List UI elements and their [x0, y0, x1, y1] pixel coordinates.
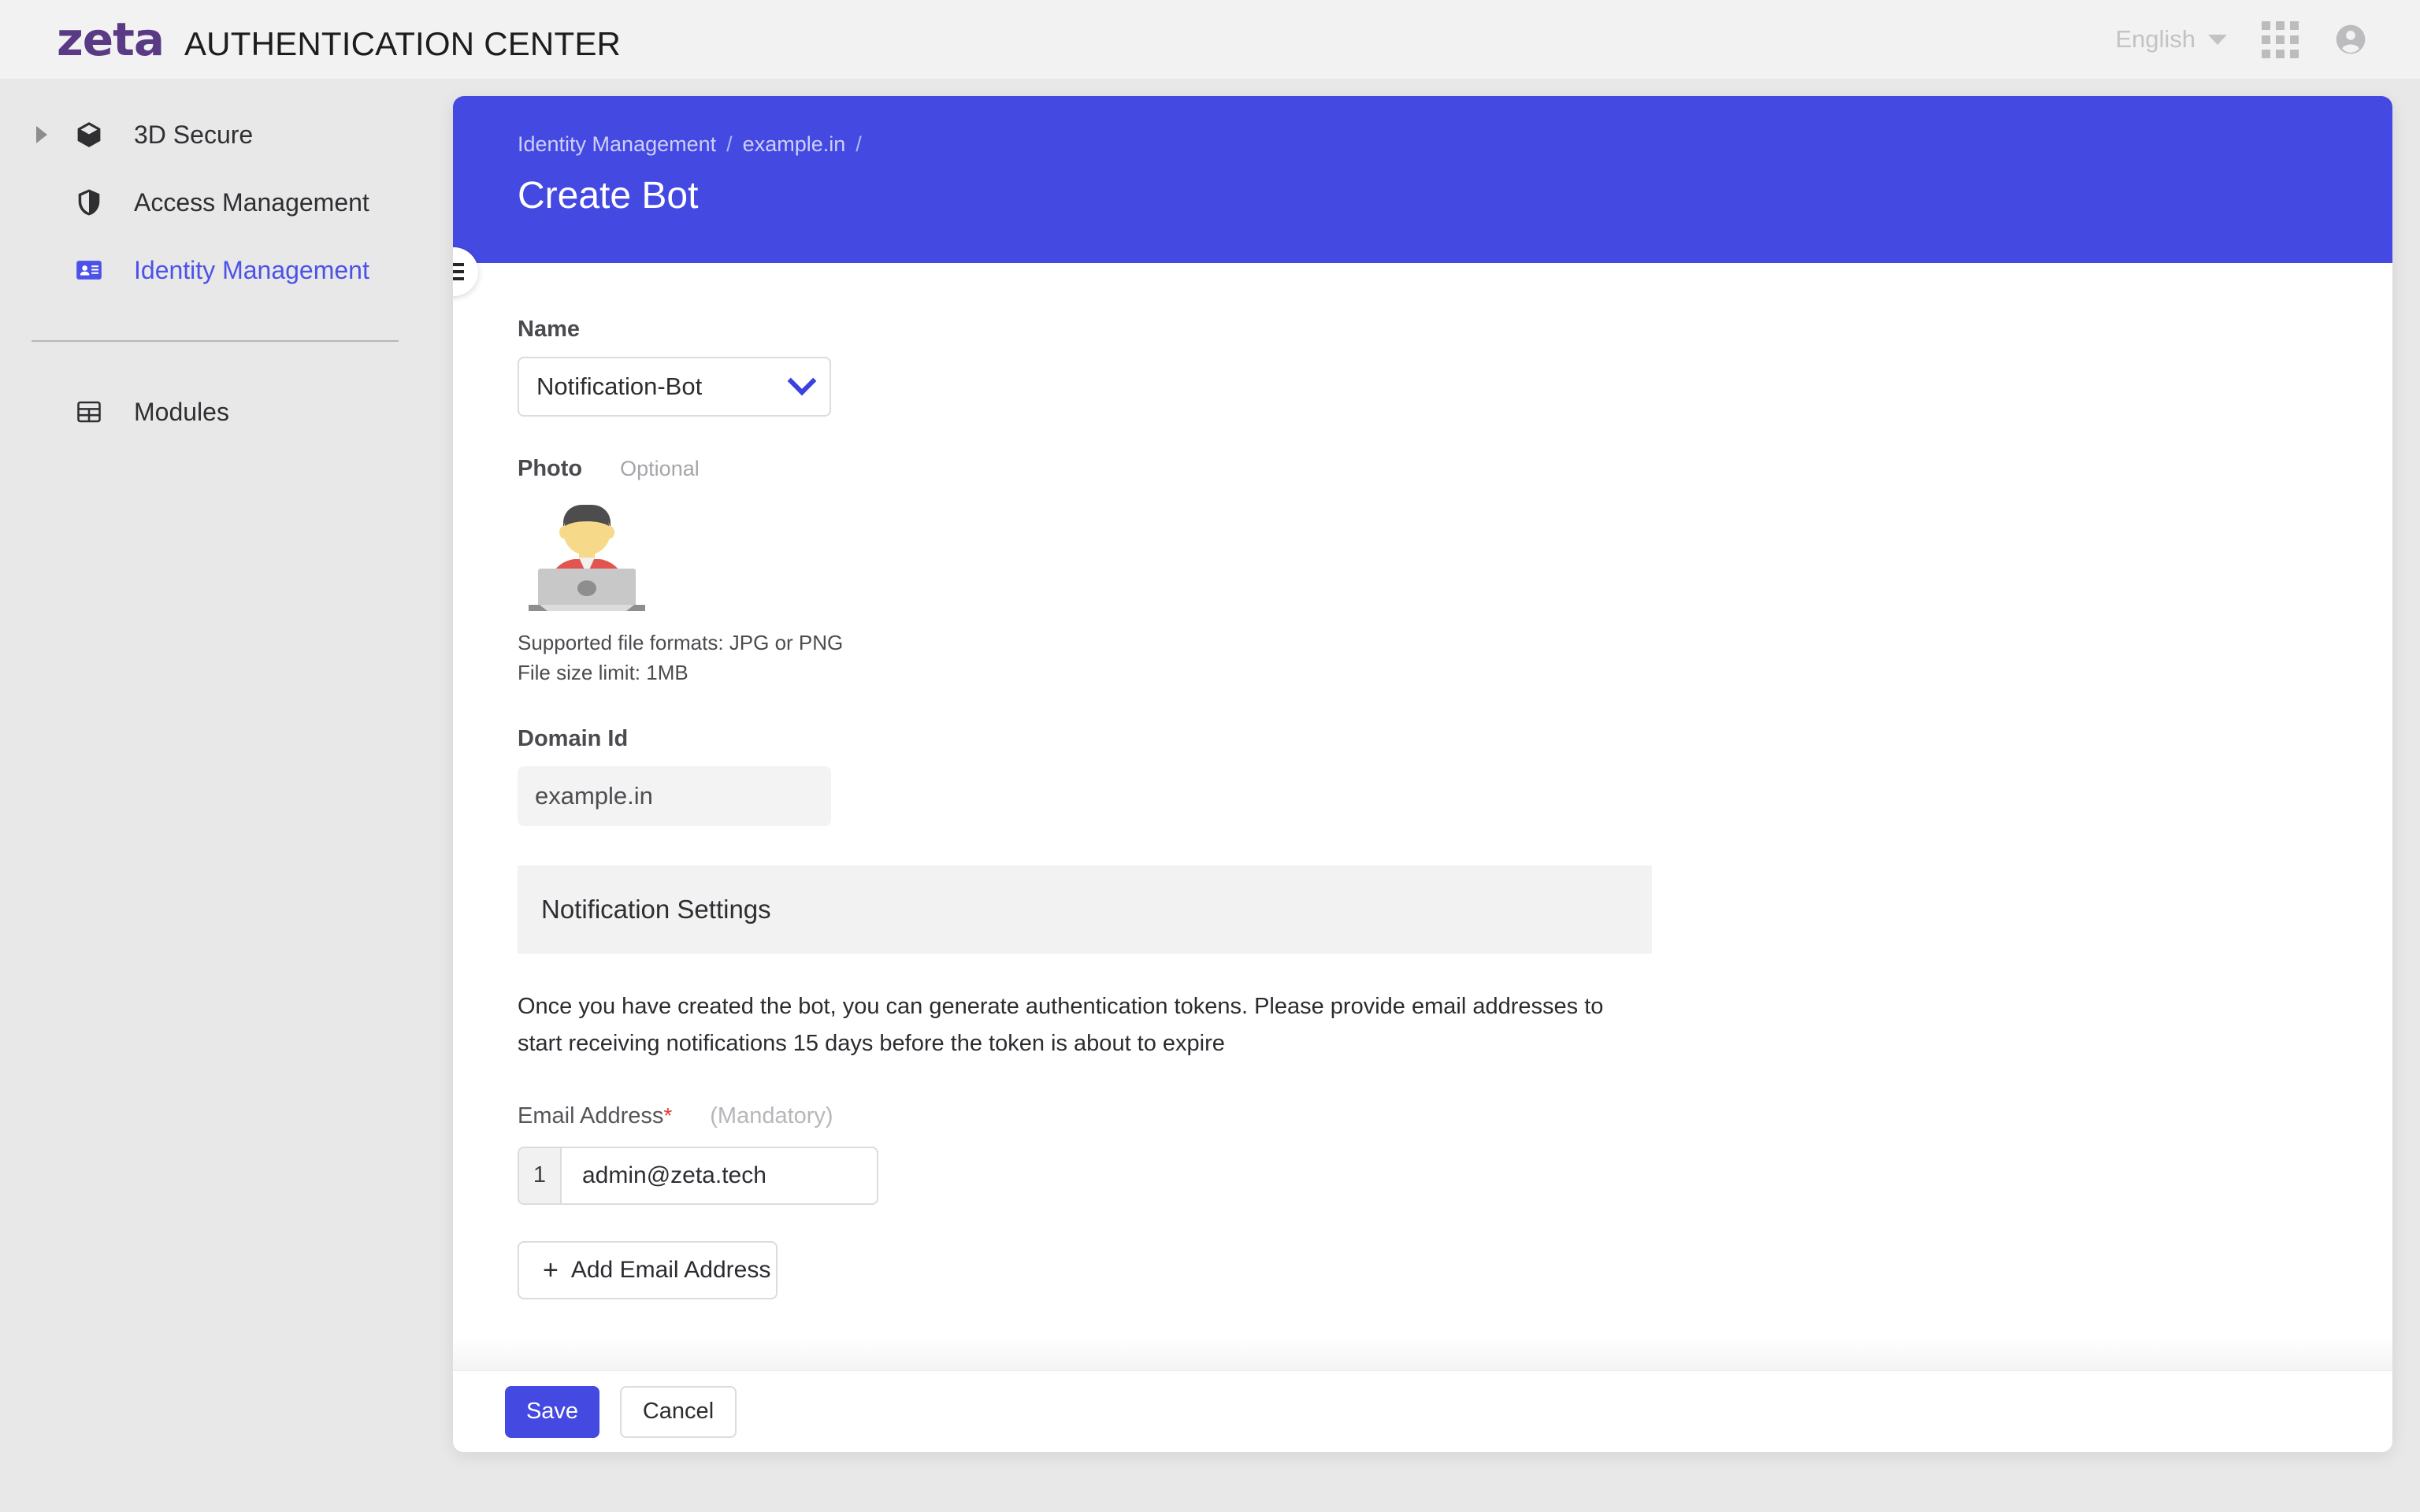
notification-settings-header: Notification Settings	[518, 865, 1652, 954]
photo-format-line-1: Supported file formats: JPG or PNG	[518, 631, 844, 654]
sidebar-item-access-management[interactable]: Access Management	[0, 169, 457, 236]
app-title: AUTHENTICATION CENTER	[184, 24, 622, 62]
sidebar-item-label: Access Management	[134, 187, 369, 217]
sidebar-divider	[32, 340, 399, 342]
chevron-down-icon	[787, 366, 817, 396]
notification-settings-description: Once you have created the bot, you can g…	[518, 993, 1604, 1056]
bot-avatar-illustration	[529, 505, 645, 611]
sidebar-item-label: Modules	[134, 397, 229, 426]
sidebar-item-label: 3D Secure	[134, 120, 254, 149]
card-body: Name Notification-Bot Photo Optional Sup…	[453, 263, 2392, 1370]
chevron-down-icon	[2208, 34, 2227, 45]
email-address-label-text: Email Address	[518, 1102, 664, 1128]
cancel-button[interactable]: Cancel	[620, 1385, 737, 1438]
sidebar-item-label: Identity Management	[134, 255, 369, 284]
sidebar-item-3d-secure[interactable]: 3D Secure	[0, 101, 457, 169]
top-bar-actions: English	[2115, 20, 2368, 58]
photo-format-line-2: File size limit: 1MB	[518, 660, 689, 684]
breadcrumb: Identity Management / example.in /	[518, 132, 2392, 157]
language-selector[interactable]: English	[2115, 25, 2227, 54]
add-email-address-label: Add Email Address	[570, 1256, 771, 1283]
photo-format-note: Supported file formats: JPG or PNG File …	[518, 628, 2392, 688]
email-input-row: 1 admin@zeta.tech	[518, 1146, 2392, 1205]
breadcrumb-item-2[interactable]: example.in	[743, 132, 846, 157]
save-button[interactable]: Save	[505, 1385, 599, 1438]
domain-id-value: example.in	[518, 765, 831, 826]
breadcrumb-separator: /	[726, 132, 733, 156]
table-grid-icon	[71, 398, 107, 426]
plus-icon: +	[543, 1254, 559, 1285]
language-label: English	[2115, 25, 2195, 53]
top-app-bar: zeta AUTHENTICATION CENTER English	[0, 0, 2420, 79]
sidebar-nav: 3D Secure Access Management Identity Man…	[0, 79, 457, 1512]
photo-label: Photo	[518, 456, 583, 481]
email-input[interactable]: admin@zeta.tech	[560, 1146, 878, 1205]
card-header: Identity Management / example.in / Creat…	[453, 96, 2392, 263]
required-marker: *	[663, 1102, 673, 1128]
domain-id-label: Domain Id	[518, 725, 629, 751]
account-circle-icon[interactable]	[2333, 22, 2368, 57]
name-label: Name	[518, 317, 580, 342]
expand-arrow-icon[interactable]	[36, 126, 47, 143]
card-footer: Save Cancel	[453, 1370, 2392, 1452]
page-title: Create Bot	[518, 175, 699, 217]
mandatory-tag: (Mandatory)	[710, 1102, 833, 1128]
hamburger-menu-icon	[453, 263, 464, 280]
sidebar-item-identity-management[interactable]: Identity Management	[0, 236, 457, 304]
sidebar-item-modules[interactable]: Modules	[0, 378, 457, 446]
brand: zeta AUTHENTICATION CENTER	[57, 17, 621, 63]
email-address-label: Email Address*	[518, 1103, 672, 1129]
breadcrumb-item-1[interactable]: Identity Management	[518, 132, 716, 157]
zeta-logo: zeta	[57, 12, 165, 66]
add-email-address-button[interactable]: + Add Email Address	[518, 1240, 778, 1299]
cube-3d-icon	[71, 120, 107, 150]
grid-apps-icon[interactable]	[2262, 20, 2299, 58]
email-index: 1	[518, 1146, 560, 1205]
id-card-icon	[71, 255, 107, 285]
name-select[interactable]: Notification-Bot	[518, 357, 831, 417]
name-select-value: Notification-Bot	[536, 372, 703, 400]
bot-photo-preview[interactable]	[518, 496, 656, 613]
shield-icon	[71, 187, 107, 217]
create-bot-card: Identity Management / example.in / Creat…	[453, 96, 2392, 1452]
photo-optional-tag: Optional	[620, 457, 700, 480]
breadcrumb-separator: /	[856, 132, 862, 156]
